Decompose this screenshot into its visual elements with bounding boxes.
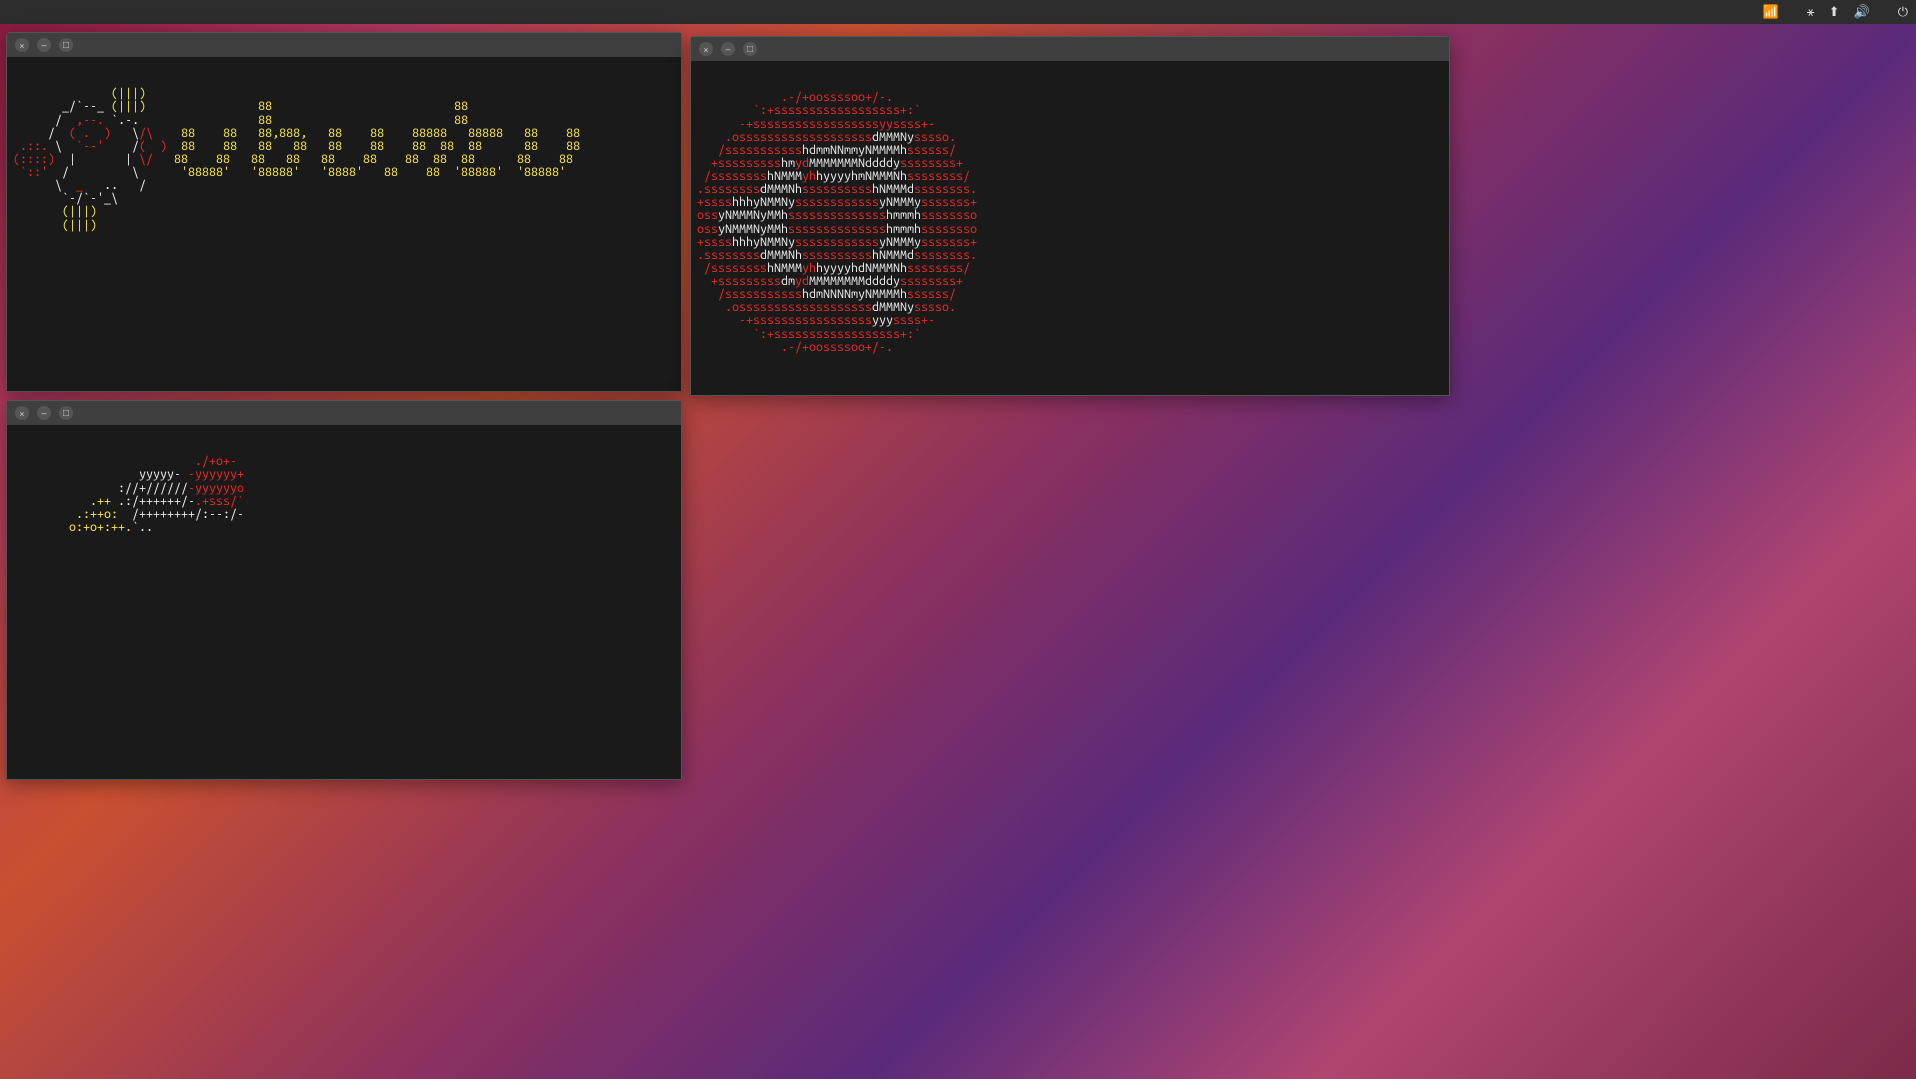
screenfetch-ubuntu-logo: ./+o+- yyyyy- -yyyyyy+ ://+//////-yyyyyy… [13,455,244,534]
bluetooth-icon[interactable]: ⚹ [1807,5,1815,20]
minimize-button[interactable]: – [721,42,735,56]
terminal-window-3[interactable]: × – □ ./+o+- yyyyy- -yyyyyy+ ://+//////-… [6,400,682,780]
terminal-window-2[interactable]: × – □ .-/+oossssoo+/-. `:+ssssssssssssss… [690,36,1450,396]
minimize-button[interactable]: – [37,38,51,52]
volume-icon[interactable]: 🔊 [1854,5,1870,20]
minimize-button[interactable]: – [37,406,51,420]
maximize-button[interactable]: □ [59,38,73,52]
updates-icon[interactable]: ⬆ [1829,5,1840,20]
maximize-button[interactable]: □ [59,406,73,420]
neofetch-ubuntu-logo: .-/+oossssoo+/-. `:+ssssssssssssssssss+:… [697,91,977,384]
power-icon[interactable]: ⏻ [1898,5,1908,20]
ubuntu-ascii-logo: (|||) _/`--_ (|||) 88 88 / ,--. `.-. 88 … [13,87,675,231]
close-button[interactable]: × [15,406,29,420]
titlebar-3[interactable]: × – □ [7,401,681,425]
titlebar-2[interactable]: × – □ [691,37,1449,61]
terminal-window-1[interactable]: × – □ (|||) _/`--_ (|||) 88 88 / ,--. `.… [6,32,682,392]
close-button[interactable]: × [15,38,29,52]
top-menubar: 📶 ⚹ ⬆ 🔊 ⏻ [0,0,1916,24]
wifi-icon[interactable]: 📶 [1763,5,1779,20]
titlebar-1[interactable]: × – □ [7,33,681,57]
close-button[interactable]: × [699,42,713,56]
maximize-button[interactable]: □ [743,42,757,56]
terminal-body-3[interactable]: ./+o+- yyyyy- -yyyyyy+ ://+//////-yyyyyy… [7,425,681,779]
terminal-body-2[interactable]: .-/+oossssoo+/-. `:+ssssssssssssssssss+:… [691,61,1449,395]
terminal-body-1[interactable]: (|||) _/`--_ (|||) 88 88 / ,--. `.-. 88 … [7,57,681,391]
